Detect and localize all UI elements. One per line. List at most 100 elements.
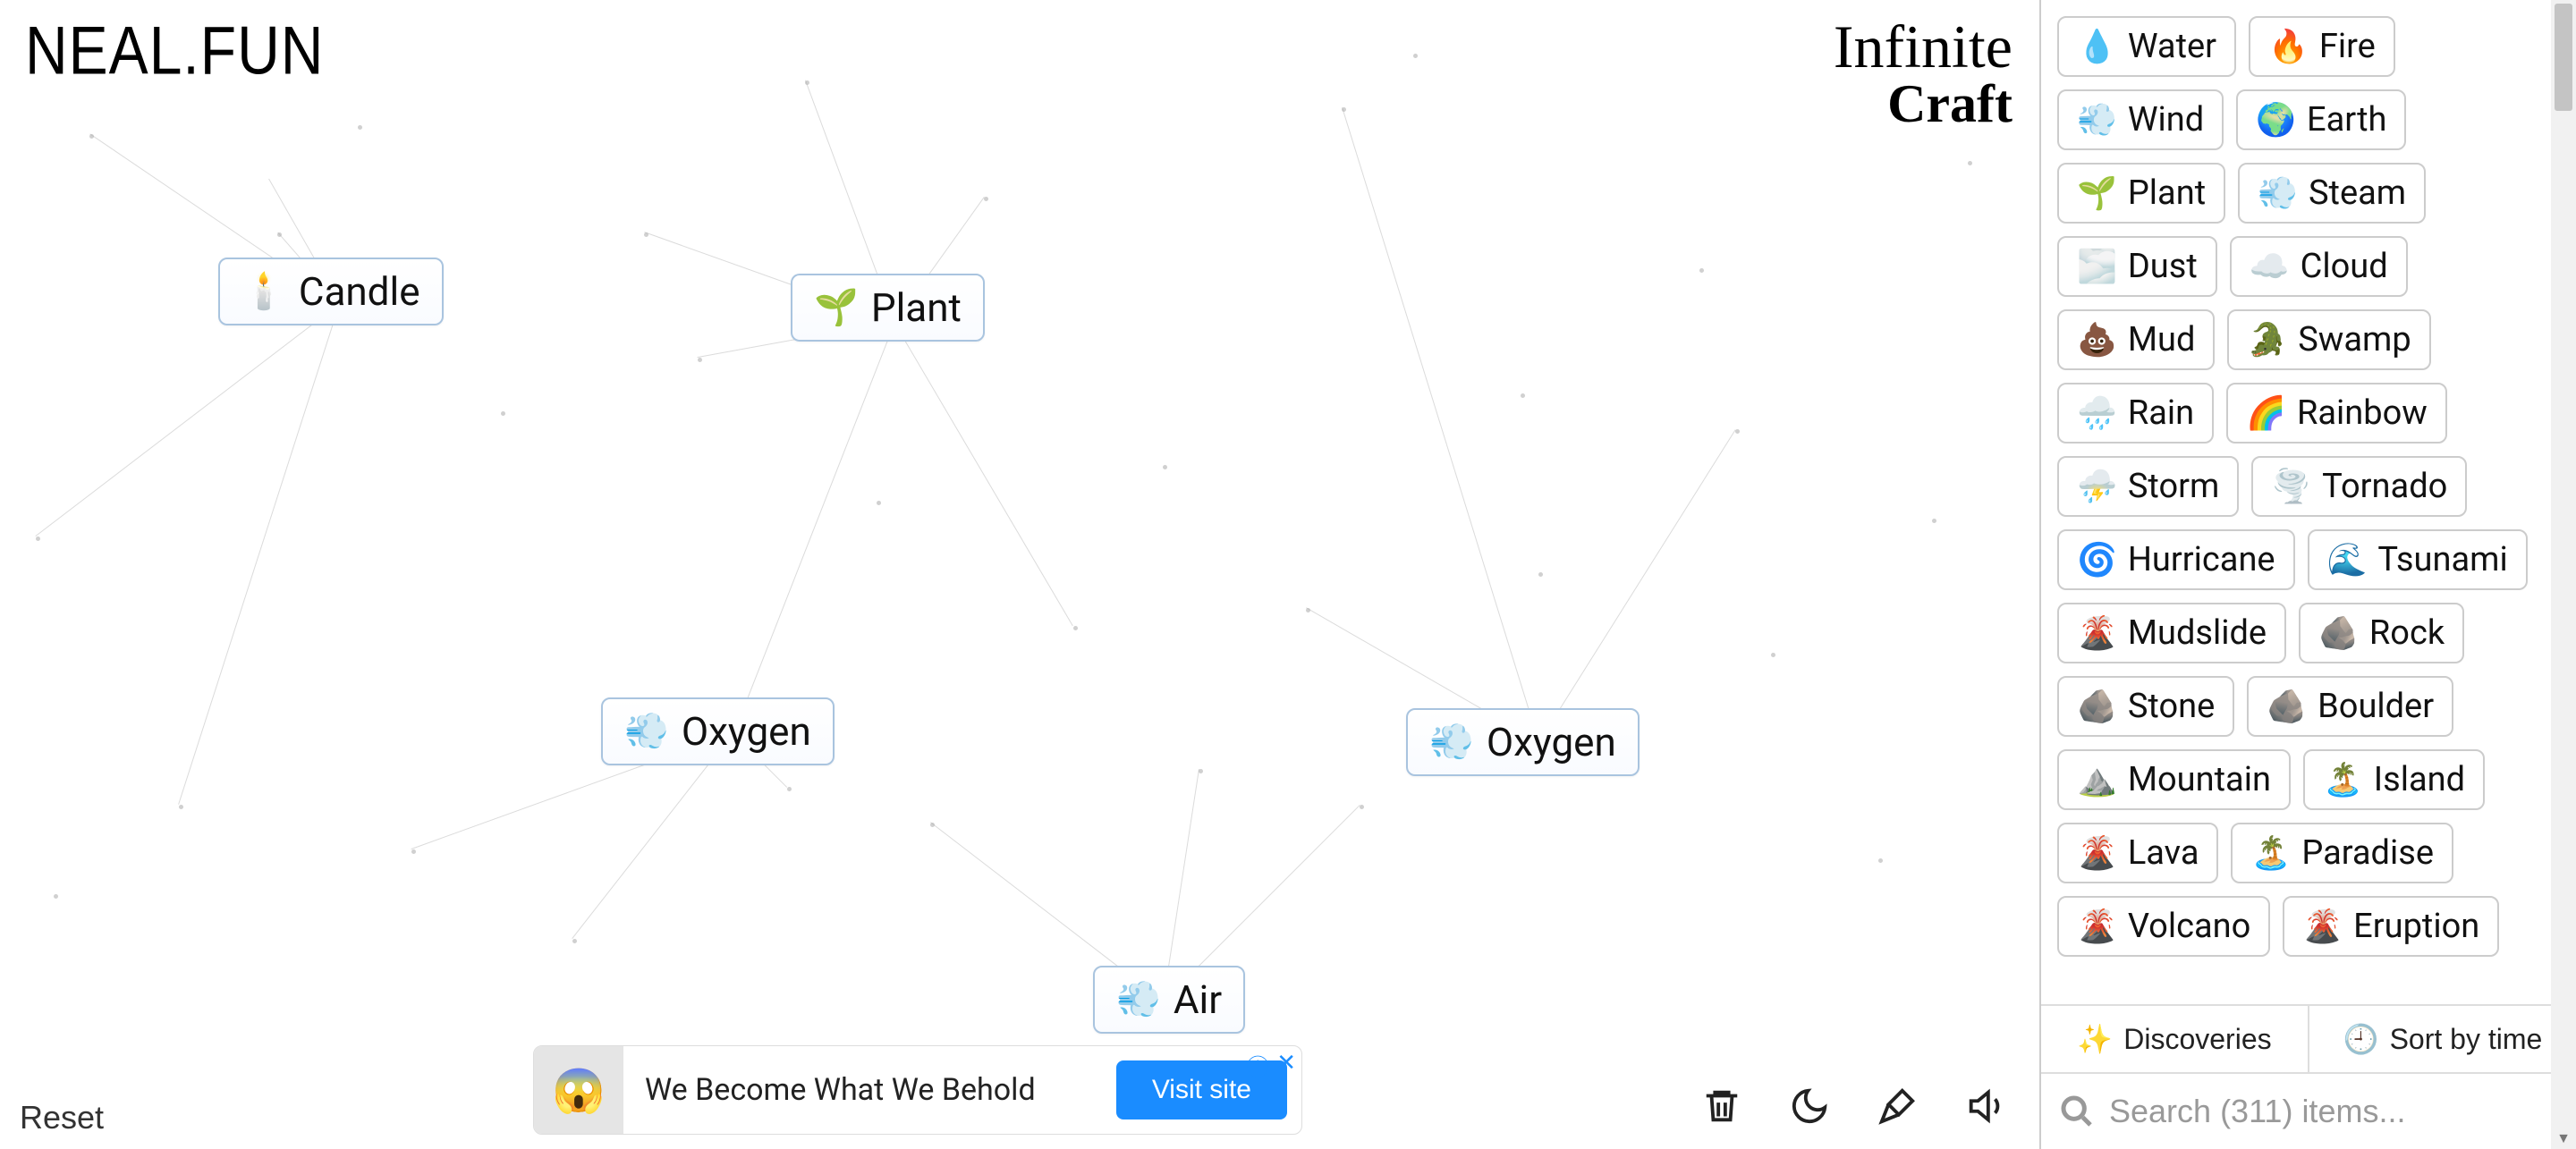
sparkles-icon: ✨ <box>2077 1022 2113 1056</box>
canvas[interactable]: NEAL.FUN Infinite Craft Reset 😱 We Becom… <box>0 0 2039 1149</box>
inventory-item-wind[interactable]: 💨 Wind <box>2057 89 2224 150</box>
canvas-item-candle[interactable]: 🕯️Candle <box>218 258 444 325</box>
inventory-item-tsunami[interactable]: 🌊Tsunami <box>2308 529 2528 590</box>
site-logo[interactable]: NEAL.FUN <box>25 11 324 89</box>
inventory-item-stone[interactable]: 🪨Stone <box>2057 676 2234 737</box>
inventory-item-rain[interactable]: 🌧️Rain <box>2057 383 2214 444</box>
particle-dot <box>1521 393 1525 398</box>
hurricane-icon: 🌀 <box>2077 541 2117 579</box>
inventory-item-label: Tsunami <box>2377 540 2507 579</box>
inventory-item-boulder[interactable]: 🪨Boulder <box>2247 676 2453 737</box>
inventory-item-eruption[interactable]: 🌋 Eruption <box>2283 896 2499 957</box>
particle-dot <box>1306 608 1310 613</box>
clean-button[interactable] <box>1873 1082 1921 1133</box>
oxygen-icon: 💨 <box>1429 724 1474 760</box>
ad-close-icon[interactable]: ✕ <box>1276 1050 1296 1083</box>
inventory-item-dust[interactable]: 🌫️Dust <box>2057 236 2217 297</box>
reset-button[interactable]: Reset <box>20 1099 104 1136</box>
canvas-item-label: Air <box>1174 976 1222 1023</box>
ad-card[interactable]: 😱 We Become What We Behold Visit site ⓘ … <box>533 1045 1302 1135</box>
inventory-item-island[interactable]: 🏝️Island <box>2303 749 2485 810</box>
inventory-item-label: Wind <box>2128 100 2204 139</box>
particle-dot <box>89 134 94 139</box>
inventory-item-swamp[interactable]: 🐊Swamp <box>2227 309 2430 370</box>
particle-dot <box>501 411 505 416</box>
sound-button[interactable] <box>1961 1082 2009 1133</box>
inventory-item-mud[interactable]: 💩Mud <box>2057 309 2215 370</box>
inventory-item-label: Plant <box>2128 173 2206 213</box>
particle-dot <box>36 536 40 541</box>
scroll-down-arrow[interactable]: ▼ <box>2551 1128 2576 1149</box>
ad-thumbnail: 😱 <box>534 1045 623 1135</box>
trash-button[interactable] <box>1698 1082 1746 1133</box>
plant-icon: 🌱 <box>2077 174 2117 212</box>
inventory-item-hurricane[interactable]: 🌀 Hurricane <box>2057 529 2295 590</box>
eruption-icon: 🌋 <box>2302 908 2343 945</box>
inventory-item-mountain[interactable]: ⛰️Mountain <box>2057 749 2291 810</box>
mudslide-icon: 🌋 <box>2077 614 2117 652</box>
game-logo: Infinite Craft <box>1834 16 2012 131</box>
particle-dot <box>358 125 362 130</box>
inventory-item-tornado[interactable]: 🌪️Tornado <box>2251 456 2467 517</box>
inventory-item-label: Fire <box>2319 27 2376 66</box>
particle-dot <box>54 894 58 899</box>
canvas-item-plant[interactable]: 🌱Plant <box>791 274 985 342</box>
inventory-item-label: Rain <box>2128 393 2194 433</box>
page-scrollbar[interactable]: ▲ ▼ <box>2551 0 2576 1149</box>
particle-line <box>1342 107 1539 742</box>
search-input[interactable] <box>2109 1093 2558 1130</box>
sort-button[interactable]: 🕘 Sort by time <box>2309 1006 2576 1072</box>
inventory-item-earth[interactable]: 🌍Earth <box>2236 89 2406 150</box>
broom-icon <box>1877 1086 1918 1127</box>
inventory-item-label: Stone <box>2128 687 2215 726</box>
particle-dot <box>411 849 416 854</box>
inventory-list[interactable]: 💧Water🔥Fire 💨 Wind 🌍Earth 🌱 Plant 💨 Steam 🌫️Dust… <box>2041 0 2576 1004</box>
inventory-item-label: Storm <box>2128 467 2220 506</box>
inventory-item-label: Eruption <box>2353 907 2479 946</box>
inventory-item-lava[interactable]: 🌋Lava <box>2057 823 2218 883</box>
inventory-item-label: Steam <box>2309 173 2406 213</box>
inventory-item-fire[interactable]: 🔥Fire <box>2249 16 2395 77</box>
inventory-item-plant[interactable]: 🌱 Plant <box>2057 163 2225 224</box>
discoveries-button[interactable]: ✨ Discoveries <box>2041 1006 2309 1072</box>
inventory-item-label: Rainbow <box>2297 393 2428 433</box>
canvas-item-air[interactable]: 💨 Air <box>1093 966 1245 1034</box>
canvas-item-label: Oxygen <box>682 708 811 755</box>
air-icon: 💨 <box>1116 982 1161 1018</box>
dust-icon: 🌫️ <box>2077 248 2117 285</box>
particle-dot <box>572 939 577 943</box>
inventory-item-label: Mudslide <box>2128 613 2267 653</box>
ad-info-icon[interactable]: ⓘ <box>1246 1050 1269 1083</box>
particle-dot <box>1360 805 1364 809</box>
inventory-item-label: Hurricane <box>2128 540 2275 579</box>
canvas-item-oxygen2[interactable]: 💨Oxygen <box>1406 708 1640 776</box>
particle-dot <box>1878 858 1883 863</box>
search-icon <box>2059 1094 2095 1129</box>
particle-dot <box>698 358 702 362</box>
particle-line <box>1538 429 1736 743</box>
wind-icon: 💨 <box>2077 101 2117 139</box>
inventory-item-label: Cloud <box>2301 247 2388 286</box>
tsunami-icon: 🌊 <box>2327 541 2368 579</box>
inventory-item-volcano[interactable]: 🌋Volcano <box>2057 896 2270 957</box>
steam-icon: 💨 <box>2258 174 2298 212</box>
rock-icon: 🪨 <box>2318 614 2359 652</box>
inventory-item-storm[interactable]: ⛈️Storm <box>2057 456 2239 517</box>
moon-icon <box>1789 1086 1830 1127</box>
dark-mode-button[interactable] <box>1785 1082 1834 1133</box>
inventory-item-rock[interactable]: 🪨Rock <box>2299 603 2464 663</box>
oxygen-icon: 💨 <box>624 714 669 749</box>
inventory-item-cloud[interactable]: ☁️Cloud <box>2230 236 2408 297</box>
scroll-thumb[interactable] <box>2555 4 2572 111</box>
mountain-icon: ⛰️ <box>2077 761 2117 798</box>
inventory-item-steam[interactable]: 💨 Steam <box>2238 163 2426 224</box>
inventory-item-mudslide[interactable]: 🌋 Mudslide <box>2057 603 2286 663</box>
inventory-item-label: Volcano <box>2128 907 2250 946</box>
canvas-item-oxygen1[interactable]: 💨 Oxygen <box>601 697 835 765</box>
inventory-item-paradise[interactable]: 🏝️Paradise <box>2231 823 2453 883</box>
boulder-icon: 🪨 <box>2267 688 2307 725</box>
inventory-item-rainbow[interactable]: 🌈Rainbow <box>2226 383 2447 444</box>
canvas-item-label: Plant <box>871 284 962 331</box>
inventory-item-water[interactable]: 💧Water <box>2057 16 2236 77</box>
sidebar-search <box>2041 1072 2576 1149</box>
